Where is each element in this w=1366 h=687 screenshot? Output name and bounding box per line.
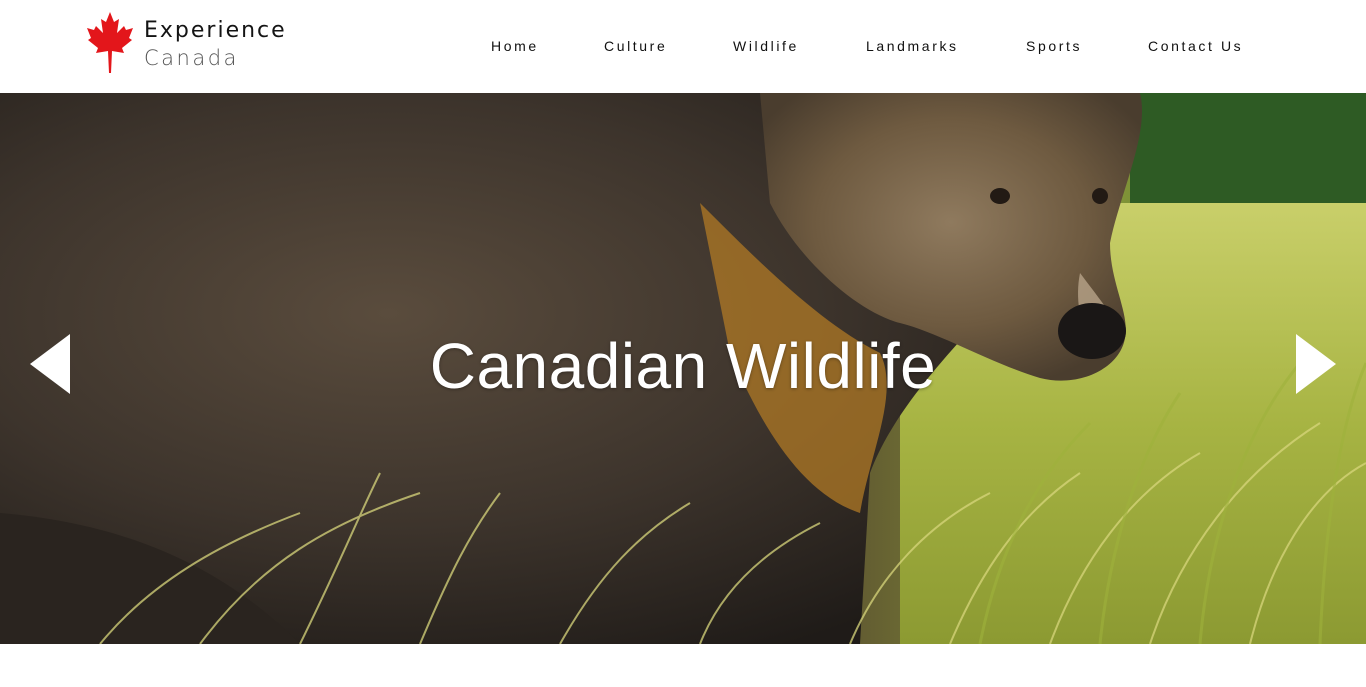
chevron-right-icon[interactable] <box>1294 333 1338 395</box>
main-nav: Home Culture Wildlife Landmarks Sports C… <box>0 38 1366 58</box>
hero-title: Canadian Wildlife <box>429 330 937 402</box>
nav-item-landmarks[interactable]: Landmarks <box>866 38 959 54</box>
site-header: Experience Canada Home Culture Wildlife … <box>0 0 1366 93</box>
nav-item-home[interactable]: Home <box>491 38 539 54</box>
nav-item-wildlife[interactable]: Wildlife <box>733 38 799 54</box>
chevron-left-icon[interactable] <box>28 333 72 395</box>
hero-carousel: Canadian Wildlife <box>0 93 1366 644</box>
nav-item-sports[interactable]: Sports <box>1026 38 1082 54</box>
page-content-area <box>0 644 1366 687</box>
nav-item-contact-us[interactable]: Contact Us <box>1148 38 1243 54</box>
nav-item-culture[interactable]: Culture <box>604 38 667 54</box>
